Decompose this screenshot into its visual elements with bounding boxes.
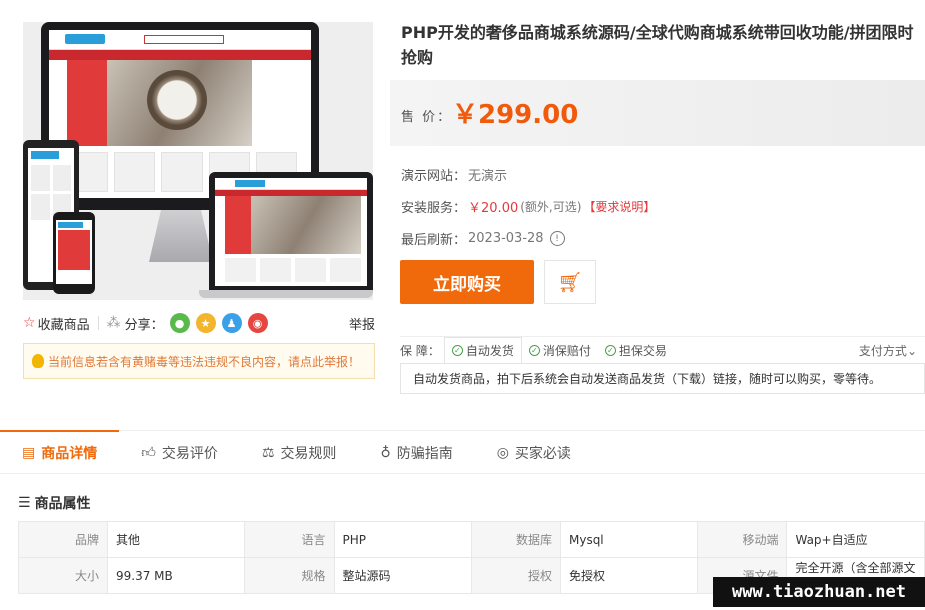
demo-row: 演示网站： 无演示 bbox=[401, 165, 507, 184]
info-icon[interactable]: ! bbox=[549, 231, 565, 246]
demo-value: 无演示 bbox=[468, 169, 508, 184]
product-image[interactable] bbox=[23, 22, 373, 300]
page: ☆ 收藏商品 ⁂ 分享： ● ★ ♟ ◉ 举报 当前信息若含有黄赌毒等违法违规不… bbox=[0, 0, 925, 610]
qzone-share-icon[interactable]: ★ bbox=[195, 313, 216, 333]
detail-tabs: ▤ 商品详情 👍︎ 交易评价 ⚖ 交易规则 ♁ 防骗指南 ◎ 买家必读 bbox=[0, 430, 925, 474]
divider bbox=[97, 316, 99, 330]
install-price: ￥20.00 bbox=[468, 201, 519, 216]
price-label: 售 价： bbox=[401, 110, 453, 125]
chevron-down-icon: ⌄ bbox=[906, 344, 917, 358]
cart-icon: 🛒︎ bbox=[557, 270, 583, 294]
laptop-illustration bbox=[209, 172, 373, 290]
document-icon: ▤ bbox=[22, 444, 36, 461]
install-requirements-link[interactable]: 【要求说明】 bbox=[583, 198, 655, 215]
tab-trade-rules[interactable]: ⚖ 交易规则 bbox=[240, 431, 359, 474]
tab-anti-fraud[interactable]: ♁ 防骗指南 bbox=[358, 431, 474, 474]
refresh-date: 2023-03-28 bbox=[468, 231, 544, 246]
weibo-share-icon[interactable]: ◉ bbox=[247, 313, 268, 333]
share-label: 分享： bbox=[124, 317, 164, 333]
report-link[interactable]: 举报 bbox=[349, 314, 375, 333]
laptop-base bbox=[199, 290, 373, 298]
favorite-button[interactable]: ☆ 收藏商品 bbox=[23, 314, 90, 333]
scale-icon: ⚖ bbox=[261, 444, 275, 461]
tab-buyer-guide[interactable]: ◎ 买家必读 bbox=[475, 431, 593, 474]
watermark: www.tiaozhuan.net bbox=[713, 577, 925, 607]
tab-product-details[interactable]: ▤ 商品详情 bbox=[0, 430, 120, 473]
wechat-share-icon[interactable]: ● bbox=[169, 313, 190, 333]
payment-methods-dropdown[interactable]: 支付方式⌄ bbox=[859, 342, 917, 359]
table-row: 品牌 其他 语言 PHP 数据库 Mysql 移动端 Wap+自适应 bbox=[17, 521, 925, 558]
tab-compensation[interactable]: ✓ 消保赔付 bbox=[522, 338, 598, 362]
install-note: (额外,可选) bbox=[520, 200, 582, 214]
product-title: PHP开发的奢侈品商城系统源码/全球代购商城系统带回收功能/拼团限时抢购 bbox=[401, 23, 914, 67]
bulb-icon bbox=[32, 354, 44, 368]
share-row: ☆ 收藏商品 ⁂ 分享： ● ★ ♟ ◉ 举报 bbox=[23, 312, 375, 334]
refresh-row: 最后刷新： 2023-03-28 ! bbox=[401, 229, 565, 248]
add-to-cart-button[interactable]: 🛒︎ bbox=[544, 260, 596, 304]
guarantee-label: 保 障： bbox=[400, 343, 440, 358]
price-value: ￥299.00 bbox=[452, 100, 579, 130]
check-icon: ✓ bbox=[528, 344, 540, 356]
search-list-icon: ☰ bbox=[18, 495, 31, 511]
share-icon: ⁂ bbox=[106, 315, 121, 331]
guarantee-description: 自动发货商品，拍下后系统会自动发送商品发货（下载）链接，随时可以购买，零等待。 bbox=[400, 363, 925, 394]
tab-reviews[interactable]: 👍︎ 交易评价 bbox=[119, 431, 240, 474]
check-icon: ✓ bbox=[604, 344, 616, 356]
phone-illustration bbox=[53, 212, 95, 294]
tab-auto-delivery[interactable]: ✓ 自动发货 bbox=[443, 336, 522, 364]
check-icon: ✓ bbox=[451, 345, 463, 356]
guarantee-panel: 保 障： ✓ 自动发货 ✓ 消保赔付 ✓ 担保交易 支付方式⌄ 自动发货商品，拍下后系… bbox=[400, 336, 925, 394]
report-notice[interactable]: 当前信息若含有黄赌毒等违法违规不良内容，请点此举报！ bbox=[23, 343, 375, 379]
price-box: 售 价： ￥299.00 bbox=[390, 80, 925, 146]
star-icon: ☆ bbox=[23, 315, 36, 331]
bulb-icon: ♁ bbox=[380, 444, 391, 461]
tab-escrow[interactable]: ✓ 担保交易 bbox=[598, 338, 674, 362]
attributes-heading: ☰ 商品属性 bbox=[18, 495, 91, 512]
install-row: 安装服务： ￥20.00 (额外,可选) 【要求说明】 bbox=[401, 197, 655, 216]
buy-now-button[interactable]: 立即购买 bbox=[400, 260, 534, 304]
thumbs-up-icon: 👍︎ bbox=[141, 445, 156, 461]
qq-share-icon[interactable]: ♟ bbox=[221, 313, 242, 333]
target-icon: ◎ bbox=[496, 444, 509, 461]
